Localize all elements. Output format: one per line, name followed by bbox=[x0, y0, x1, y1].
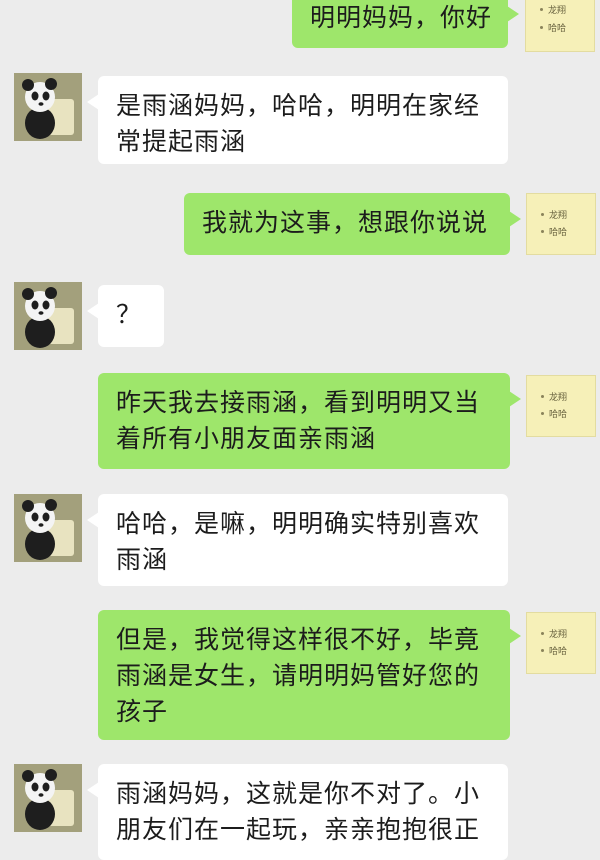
avatar-dot bbox=[541, 649, 544, 652]
message-bubble-received[interactable]: 哈哈，是嘛，明明确实特别喜欢 雨涵 bbox=[87, 494, 508, 586]
contact-avatar[interactable] bbox=[14, 494, 82, 562]
message-bubble-sent[interactable]: 我就为这事，想跟你说说 bbox=[184, 193, 521, 255]
panda-icon bbox=[14, 282, 82, 350]
avatar-text-line1: 龙翔 bbox=[549, 393, 568, 403]
my-avatar[interactable]: 龙翔 哈哈 bbox=[526, 193, 596, 255]
avatar-dot bbox=[541, 412, 544, 415]
panda-icon bbox=[14, 494, 82, 562]
avatar-text-line1: 龙翔 bbox=[549, 630, 568, 640]
avatar-dot bbox=[541, 230, 544, 233]
contact-avatar[interactable] bbox=[14, 73, 82, 141]
my-avatar[interactable]: 龙翔 哈哈 bbox=[526, 375, 596, 437]
avatar-dot bbox=[541, 213, 544, 216]
panda-icon bbox=[14, 764, 82, 832]
message-bubble-sent[interactable]: 但是，我觉得这样很不好，毕竟 雨涵是女生，请明明妈管好您的 孩子 bbox=[98, 610, 521, 740]
message-bubble-received[interactable]: ？ bbox=[87, 285, 164, 347]
avatar-text-line1: 龙翔 bbox=[549, 211, 568, 221]
message-bubble-received[interactable]: 是雨涵妈妈，哈哈，明明在家经 常提起雨涵 bbox=[87, 76, 508, 164]
panda-icon bbox=[14, 73, 82, 141]
avatar-text-line2: 哈哈 bbox=[548, 24, 567, 34]
my-avatar[interactable]: 龙翔 哈哈 bbox=[526, 612, 596, 674]
avatar-dot bbox=[541, 395, 544, 398]
avatar-dot bbox=[541, 632, 544, 635]
contact-avatar[interactable] bbox=[14, 764, 82, 832]
message-bubble-sent[interactable]: 明明妈妈，你好 bbox=[292, 0, 519, 48]
avatar-dot bbox=[540, 26, 543, 29]
avatar-text-line1: 龙翔 bbox=[548, 6, 567, 16]
avatar-text-line2: 哈哈 bbox=[549, 647, 568, 657]
contact-avatar[interactable] bbox=[14, 282, 82, 350]
message-bubble-received[interactable]: 雨涵妈妈，这就是你不对了。小 朋友们在一起玩，亲亲抱抱很正 bbox=[87, 764, 508, 860]
avatar-text-line2: 哈哈 bbox=[549, 410, 568, 420]
avatar-text-line2: 哈哈 bbox=[549, 228, 568, 238]
avatar-dot bbox=[540, 8, 543, 11]
my-avatar[interactable]: 龙翔 哈哈 bbox=[525, 0, 595, 52]
message-bubble-sent[interactable]: 昨天我去接雨涵，看到明明又当 着所有小朋友面亲雨涵 bbox=[98, 373, 521, 469]
